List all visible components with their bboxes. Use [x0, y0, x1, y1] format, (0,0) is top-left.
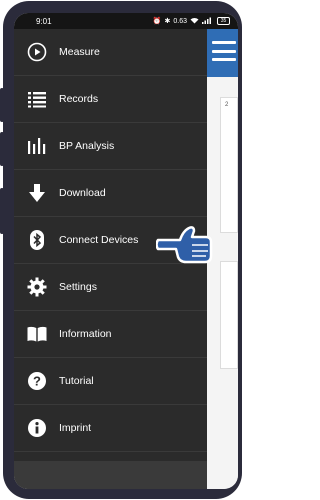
question-icon: ?	[27, 371, 47, 391]
menu-item-label: Connect Devices	[59, 234, 139, 246]
gear-icon	[27, 277, 47, 297]
battery-icon: 35	[217, 17, 230, 25]
menu-item-imprint[interactable]: Imprint	[14, 405, 207, 452]
menu-item-label: Settings	[59, 281, 97, 293]
play-circle-icon	[27, 42, 47, 62]
status-bar: 9:01 ⏰ ✱ 0.63 35	[14, 13, 238, 29]
background-card-2[interactable]	[220, 261, 238, 369]
status-icons: ⏰ ✱ 0.63 35	[153, 17, 230, 26]
menu-item-settings[interactable]: Settings	[14, 264, 207, 311]
menu-item-bp-analysis[interactable]: BP Analysis	[14, 123, 207, 170]
status-time: 9:01	[36, 16, 52, 26]
pointing-hand-icon	[155, 223, 216, 270]
info-icon	[27, 418, 47, 438]
menu-item-label: BP Analysis	[59, 140, 115, 152]
menu-item-download[interactable]: Download	[14, 170, 207, 217]
book-icon	[27, 324, 47, 344]
menu-item-label: Tutorial	[59, 375, 94, 387]
svg-text:?: ?	[33, 374, 41, 389]
menu-item-label: Records	[59, 93, 99, 105]
wifi-icon	[190, 17, 199, 26]
menu-item-label: Measure	[59, 46, 100, 58]
bluetooth-status-icon: ✱	[164, 18, 171, 25]
menu-item-records[interactable]: Records	[14, 76, 207, 123]
card-number: 2	[225, 102, 229, 108]
alarm-icon: ⏰	[152, 18, 162, 25]
menu-item-information[interactable]: Information	[14, 311, 207, 358]
signal-icon	[202, 17, 214, 26]
background-card[interactable]: 2	[220, 97, 238, 233]
bar-chart-icon	[27, 136, 47, 156]
network-speed: 0.63	[173, 17, 187, 25]
bluetooth-icon	[27, 230, 47, 250]
list-icon	[27, 89, 47, 109]
menu-item-label: Imprint	[59, 422, 92, 434]
menu-item-label: Information	[59, 328, 112, 340]
hamburger-menu-icon[interactable]	[212, 41, 236, 61]
menu-item-measure[interactable]: Measure	[14, 29, 207, 76]
drawer-footer	[14, 461, 207, 489]
menu-item-tutorial[interactable]: ? Tutorial	[14, 358, 207, 405]
menu-item-label: Download	[59, 187, 106, 199]
download-arrow-icon	[27, 183, 47, 203]
